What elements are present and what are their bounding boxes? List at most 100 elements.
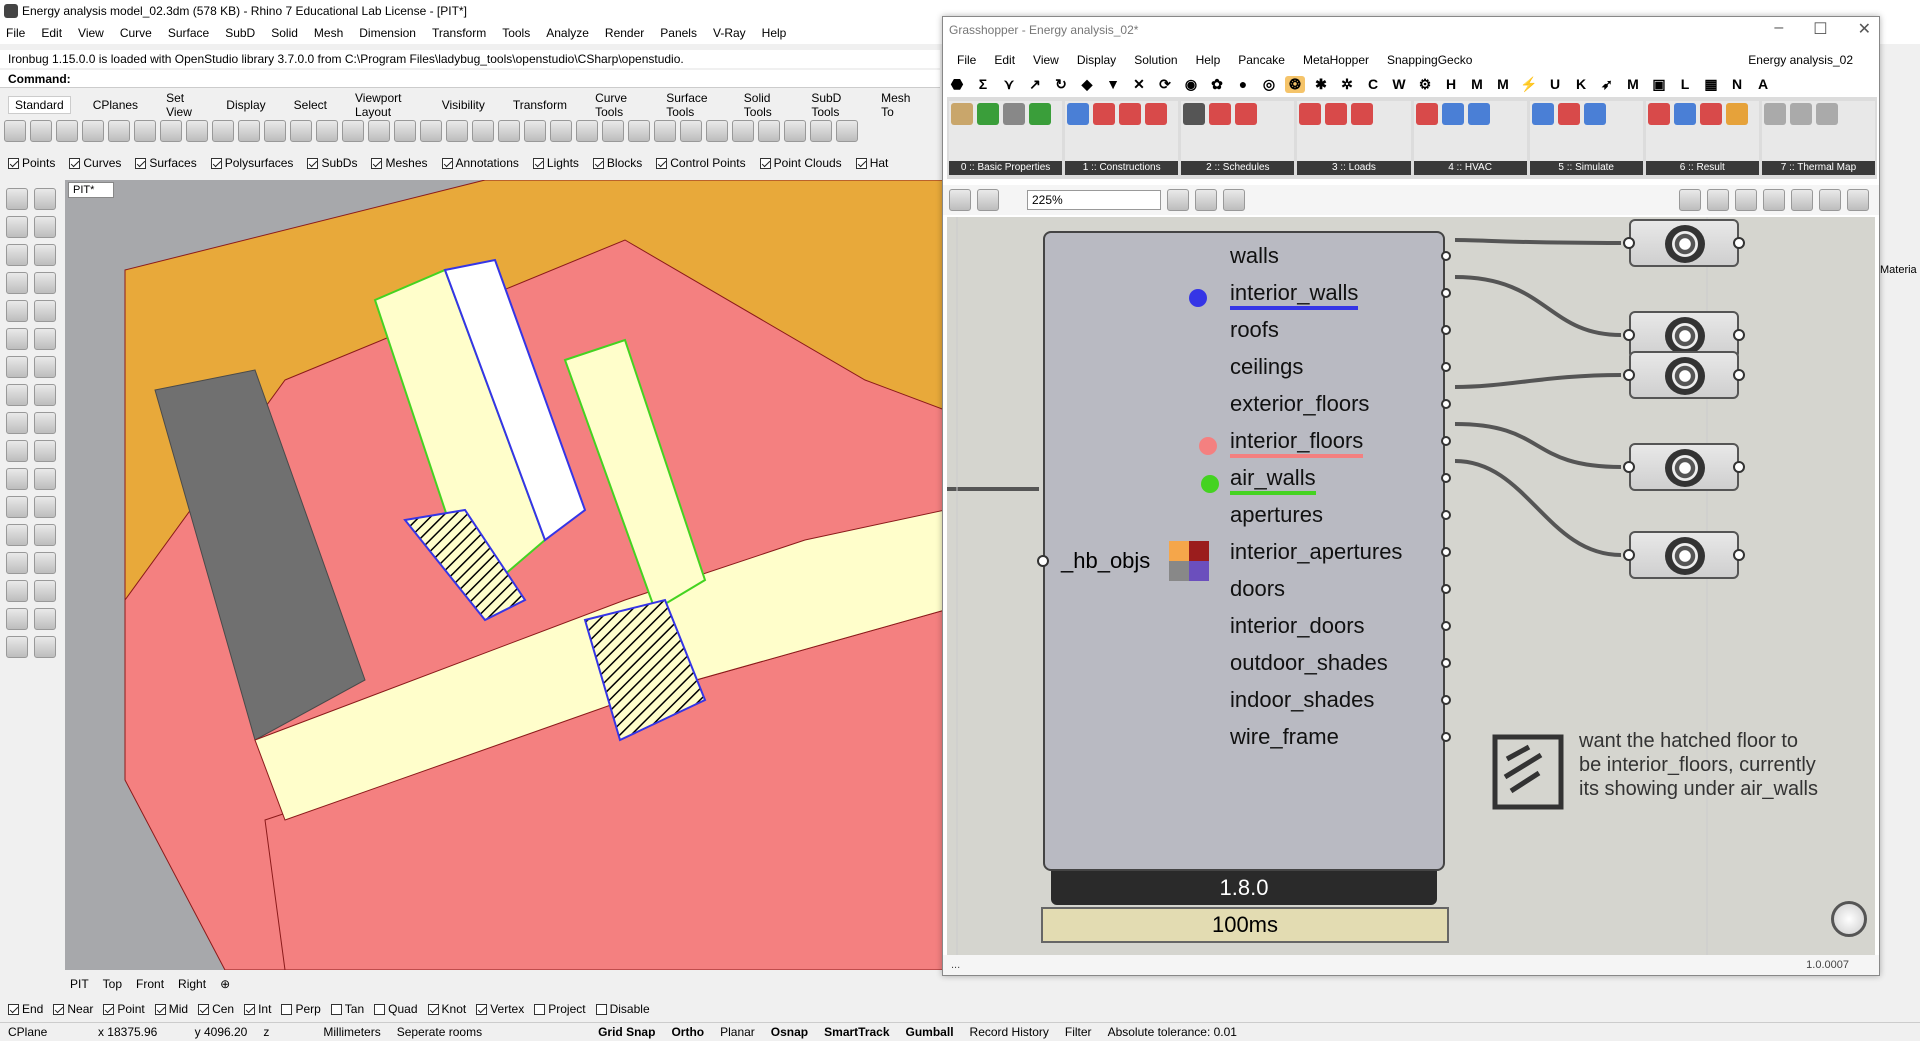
ribbon-group-basic-properties[interactable]: 0 :: Basic Properties [949,101,1063,175]
preview-component-5[interactable] [1623,531,1745,579]
input-port[interactable] [1623,329,1635,341]
eye-icon[interactable] [1195,189,1217,211]
tab-cplanes[interactable]: CPlanes [93,98,138,112]
gear-icon[interactable] [6,412,28,434]
filter-control-points[interactable]: Control Points [656,156,746,170]
tab-w-icon[interactable]: W [1389,76,1409,92]
material-icon[interactable] [6,608,28,630]
filter-annotations[interactable]: Annotations [441,156,519,170]
rendered-sphere-icon[interactable] [654,120,676,142]
tab-gear-icon[interactable]: ⚙ [1415,76,1435,93]
rhino-menu-edit[interactable]: Edit [41,26,62,40]
osnap-int[interactable]: Int [244,1002,271,1016]
output-port[interactable] [1733,549,1745,561]
copy-icon[interactable] [160,120,182,142]
rhino-menu-solid[interactable]: Solid [271,26,298,40]
rhino-menu-vray[interactable]: V-Ray [713,26,746,40]
gh-menu-view[interactable]: View [1033,53,1059,67]
tab-m3-icon[interactable]: M [1623,76,1643,92]
grasshopper-icon[interactable] [784,120,806,142]
join-icon[interactable] [34,468,56,490]
filter-lights[interactable]: Lights [532,156,579,170]
analyze-icon[interactable] [34,552,56,574]
mesh-quality-icon[interactable] [1763,189,1785,211]
zoom-extents-icon[interactable] [1167,189,1189,211]
tab-subd-tools[interactable]: SubD Tools [811,91,853,119]
globe-icon[interactable] [810,120,832,142]
preview-off-icon[interactable] [1679,189,1701,211]
history-icon[interactable] [758,120,780,142]
rectangle-icon[interactable] [34,272,56,294]
minimize-icon[interactable]: – [1774,19,1783,39]
wand-icon[interactable] [706,120,728,142]
text-icon[interactable] [6,524,28,546]
tab-c-icon[interactable]: C [1363,76,1383,92]
dimension-icon[interactable] [34,524,56,546]
surface-icon[interactable] [6,328,28,350]
zoom-window-icon[interactable] [316,120,338,142]
osnap-quad[interactable]: Quad [374,1002,418,1016]
canvas-navigator-icon[interactable] [1831,901,1867,937]
preview-component-3[interactable] [1623,351,1745,399]
osnap-point[interactable]: Point [103,1002,145,1016]
osnap-vertex[interactable]: Vertex [476,1002,524,1016]
extrude-icon[interactable] [34,328,56,350]
status-layer[interactable]: Seperate rooms [389,1025,490,1039]
tab-surface-tools[interactable]: Surface Tools [666,91,716,119]
rhino-menu-panels[interactable]: Panels [660,26,697,40]
input-port[interactable] [1623,549,1635,561]
rhino-menu-tools[interactable]: Tools [502,26,530,40]
tab-dragonfly-icon[interactable]: ✱ [1311,76,1331,93]
output-port[interactable] [1441,251,1451,261]
ribbon-group-simulate[interactable]: 5 :: Simulate [1529,101,1643,175]
mesh-quality-2-icon[interactable] [1791,189,1813,211]
output-port[interactable] [1441,473,1451,483]
tab-select[interactable]: Select [294,98,327,112]
snap-icon[interactable] [498,120,520,142]
tab-lizard-icon[interactable]: ➶ [1597,76,1617,93]
sphere-icon[interactable] [1819,189,1841,211]
viewport-icon[interactable] [394,120,416,142]
gh-menu-snappinggecko[interactable]: SnappingGecko [1387,53,1472,67]
output-port[interactable] [1733,329,1745,341]
tab-honeybee-red-icon[interactable]: ● [1233,76,1253,92]
output-port[interactable] [1441,436,1451,446]
undo-icon[interactable] [212,120,234,142]
color-wheel-icon[interactable] [602,120,624,142]
tab-honeybee-icon[interactable]: ◎ [1259,76,1279,93]
tab-curve-tools[interactable]: Curve Tools [595,91,638,119]
tab-m1-icon[interactable]: M [1467,76,1487,92]
tab-u-icon[interactable]: U [1545,76,1565,92]
status-record-history[interactable]: Record History [962,1025,1057,1039]
tab-params-icon[interactable]: ⬣ [947,76,967,93]
curve-icon[interactable] [34,244,56,266]
output-port[interactable] [1441,399,1451,409]
scribble-note[interactable]: want the hatched floor to be interior_fl… [1489,729,1819,849]
tab-k-icon[interactable]: K [1571,76,1591,92]
input-port[interactable] [1623,461,1635,473]
viewport-tab-pit[interactable]: PIT [70,977,89,991]
tab-visibility[interactable]: Visibility [442,98,485,112]
viewport-tab-right[interactable]: Right [178,977,206,991]
tab-transform-icon[interactable]: ⟳ [1155,76,1175,93]
light-icon[interactable] [524,120,546,142]
output-port[interactable] [1441,695,1451,705]
sketch-icon[interactable] [1223,189,1245,211]
ribbon-group-thermal-map[interactable]: 7 :: Thermal Map [1761,101,1875,175]
tab-pink-icon[interactable]: ▣ [1649,76,1669,93]
tab-ironbug-icon[interactable]: ✲ [1337,76,1357,93]
tab-surface-icon[interactable]: ◆ [1077,76,1097,93]
viewport-tab-front[interactable]: Front [136,977,164,991]
command-line[interactable]: Command: [0,70,940,88]
ribbon-group-constructions[interactable]: 1 :: Constructions [1065,101,1179,175]
osnap-project[interactable]: Project [534,1002,586,1016]
ribbon-group-hvac[interactable]: 4 :: HVAC [1413,101,1527,175]
fillet-icon[interactable] [6,440,28,462]
viewport-tab-top[interactable]: Top [103,977,122,991]
block-icon[interactable] [34,580,56,602]
tab-standard[interactable]: Standard [8,96,71,114]
tab-vector-icon[interactable]: ↗ [1025,76,1045,93]
output-port[interactable] [1441,325,1451,335]
polygon-icon[interactable] [34,300,56,322]
rhino-menu-curve[interactable]: Curve [120,26,152,40]
